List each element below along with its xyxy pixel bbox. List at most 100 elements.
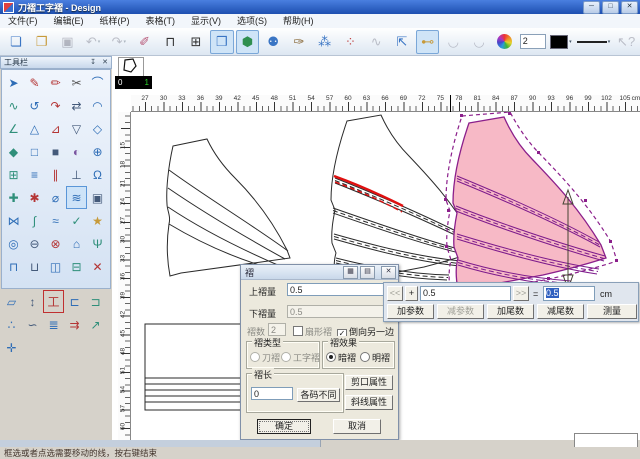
tool-icon[interactable]: ◠ <box>87 94 108 117</box>
tool-icon[interactable]: ▱ <box>1 290 22 313</box>
maximize-button[interactable]: □ <box>602 1 619 14</box>
new-document-button[interactable]: ❏ <box>4 30 28 54</box>
scatter-points-button[interactable]: ⁘ <box>339 30 363 54</box>
dropdown-caret-icon[interactable]: ▾ <box>569 39 572 45</box>
hidden-pleat-radio[interactable]: 暗褶 <box>326 351 356 364</box>
tool-icon[interactable]: ■ <box>45 140 66 163</box>
tool-icon[interactable]: ∫ <box>24 209 45 232</box>
show-window-button[interactable]: ❒ <box>210 30 234 54</box>
tool-icon[interactable]: ◐ <box>66 140 87 163</box>
tool-icon[interactable]: ≈ <box>45 209 66 232</box>
tool-icon[interactable]: ⌂ <box>66 232 87 255</box>
add-parameter-button[interactable]: 加参数 <box>387 304 434 319</box>
notch-properties-button[interactable]: 剪口属性 <box>345 375 393 390</box>
menu-display[interactable]: 显示(V) <box>183 14 229 28</box>
link-nodes-button[interactable]: ⁂ <box>313 30 337 54</box>
tool-icon[interactable]: ➤ <box>3 71 24 94</box>
add-tail-button[interactable]: 加尾数 <box>487 304 534 319</box>
tool-icon[interactable]: ∠ <box>3 117 24 140</box>
result-input[interactable]: 0.5 <box>543 286 595 301</box>
brush-button[interactable]: ✑ <box>287 30 311 54</box>
sub-tail-button[interactable]: 减尾数 <box>537 304 584 319</box>
tool-icon[interactable]: ⊕ <box>87 140 108 163</box>
tool-icon[interactable]: ⊐ <box>85 290 106 313</box>
close-button[interactable]: ✕ <box>621 1 638 14</box>
tool-icon[interactable]: ⊓ <box>3 255 24 278</box>
tool-icon[interactable]: ✂ <box>66 71 87 94</box>
tool-icon[interactable]: ✏ <box>45 71 66 94</box>
menu-help[interactable]: 帮助(H) <box>275 14 322 28</box>
pleat-dialog-titlebar[interactable]: 褶 ▦ ▤ ✕ <box>241 265 398 280</box>
keyboard-icon[interactable]: ▤ <box>360 266 375 279</box>
tool-icon[interactable]: ⊟ <box>66 255 87 278</box>
tool-icon[interactable]: ⊏ <box>64 290 85 313</box>
tool-icon[interactable]: Ω <box>87 163 108 186</box>
tool-icon[interactable]: ≣ <box>43 313 64 336</box>
dropdown-caret-icon[interactable]: ▾ <box>124 39 127 45</box>
line-color[interactable]: ▾ <box>549 30 573 54</box>
line-style[interactable]: ▾ <box>575 30 613 54</box>
tool-icon[interactable]: Ψ <box>87 232 108 255</box>
tool-icon[interactable]: ⌀ <box>45 186 66 209</box>
tool-icon[interactable]: ▣ <box>87 186 108 209</box>
tool-icon[interactable]: ✚ <box>3 186 24 209</box>
grid-table-button[interactable]: ⊞ <box>184 30 208 54</box>
tool-icon[interactable]: □ <box>24 140 45 163</box>
menu-options[interactable]: 选项(S) <box>229 14 275 28</box>
left-pattern-piece[interactable] <box>167 139 290 276</box>
tool-icon[interactable]: ↗ <box>85 313 106 336</box>
sidebar-close-icon[interactable]: ✕ <box>99 57 111 69</box>
pin-icon[interactable]: ↧ <box>87 57 99 69</box>
tool-icon[interactable]: ↷ <box>45 94 66 117</box>
tool-icon[interactable]: ⇄ <box>66 94 87 117</box>
tool-icon[interactable]: ⊥ <box>66 163 87 186</box>
move-point-button[interactable]: ⇱ <box>390 30 414 54</box>
tool-icon[interactable]: ◎ <box>3 232 24 255</box>
dropdown-caret-icon[interactable]: ▾ <box>98 39 101 45</box>
visible-pleat-radio[interactable]: 明褶 <box>360 351 390 364</box>
tool-icon[interactable]: ✱ <box>24 186 45 209</box>
color-wheel[interactable] <box>493 30 517 54</box>
sidebar-header[interactable]: 工具栏 ↧ ✕ <box>0 56 112 69</box>
cancel-button[interactable]: 取消 <box>333 419 381 434</box>
tool-icon[interactable]: ◇ <box>87 117 108 140</box>
slash-properties-button[interactable]: 斜线属性 <box>345 395 393 410</box>
pattern-thumbnail[interactable] <box>118 57 144 77</box>
upper-pleat-input[interactable]: 0.5 <box>287 283 389 296</box>
plus-button[interactable]: + <box>405 286 418 301</box>
menu-file[interactable]: 文件(F) <box>0 14 46 28</box>
tool-icon[interactable]: ★ <box>87 209 108 232</box>
eraser-button[interactable]: ✐ <box>133 30 157 54</box>
tool-icon[interactable]: ✎ <box>24 71 45 94</box>
tool-icon[interactable]: ⇉ <box>64 313 85 336</box>
measure-button[interactable]: 测量 <box>587 304 637 319</box>
stroke-width-input[interactable]: 2 <box>520 34 546 49</box>
tool-icon[interactable]: ◫ <box>45 255 66 278</box>
tool-icon[interactable]: ↺ <box>24 94 45 117</box>
tool-icon[interactable]: 工 <box>43 290 64 313</box>
tool-icon[interactable]: ∥ <box>45 163 66 186</box>
stroke-width[interactable]: 2 <box>519 30 547 54</box>
tool-icon[interactable]: ∴ <box>1 313 22 336</box>
fill-piece-button[interactable]: ⬢ <box>236 30 260 54</box>
expression-input[interactable]: 0.5 <box>420 286 511 301</box>
tool-icon[interactable]: ⌒ <box>87 71 108 94</box>
tool-icon[interactable]: ⊞ <box>3 163 24 186</box>
menu-table[interactable]: 表格(T) <box>138 14 184 28</box>
tool-icon[interactable]: ⋈ <box>3 209 24 232</box>
tool-icon[interactable]: ⊖ <box>24 232 45 255</box>
dropdown-caret-icon[interactable]: ▾ <box>608 39 611 45</box>
tool-icon[interactable]: ⊔ <box>24 255 45 278</box>
tool-icon[interactable]: ∽ <box>22 313 43 336</box>
measure-line-button[interactable]: ⊷ <box>416 30 440 54</box>
tool-icon[interactable]: ⊗ <box>45 232 66 255</box>
right-pattern-piece[interactable] <box>444 112 618 298</box>
clothes-rack-button[interactable]: ⊓ <box>158 30 182 54</box>
fan-pleat-checkbox[interactable]: 扇形褶 <box>293 325 332 338</box>
open-file-button[interactable]: ❐ <box>30 30 54 54</box>
dialog-close-icon[interactable]: ✕ <box>381 266 396 279</box>
ok-button[interactable]: 确定 <box>257 419 311 434</box>
tool-icon[interactable]: ↕ <box>22 290 43 313</box>
tool-icon[interactable]: △ <box>24 117 45 140</box>
calculator-icon[interactable]: ▦ <box>343 266 358 279</box>
